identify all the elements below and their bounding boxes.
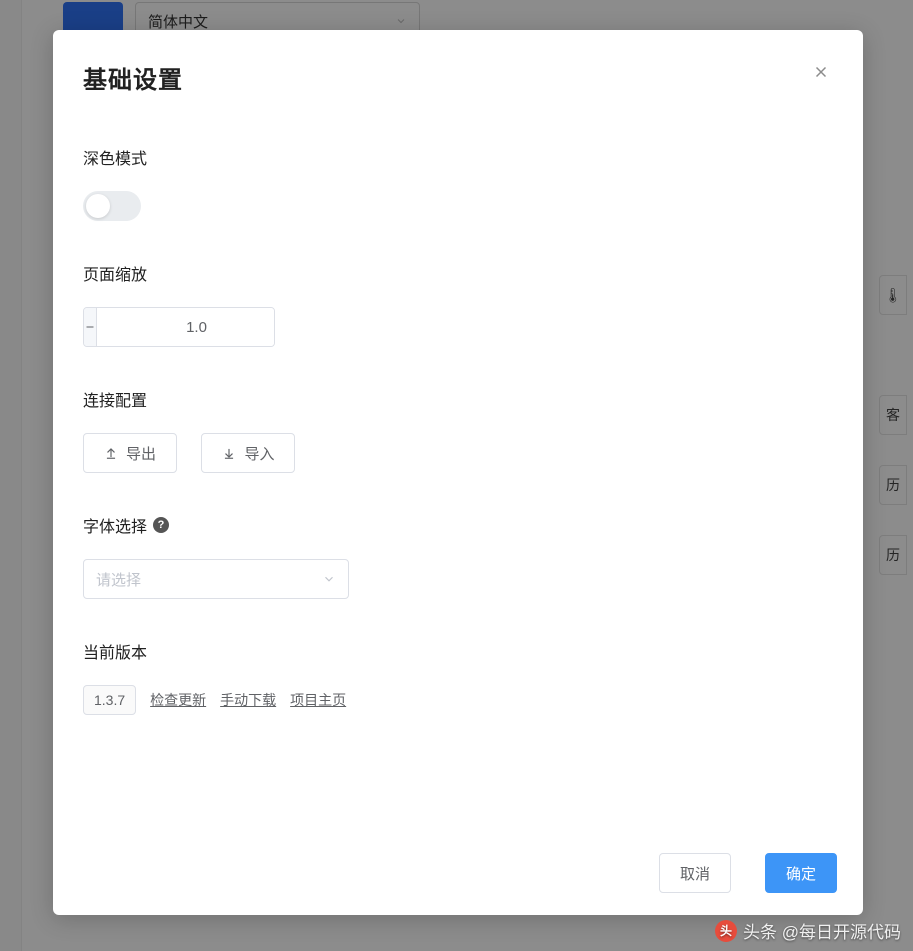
manual-download-link[interactable]: 手动下载 xyxy=(220,690,276,710)
dialog-header: 基础设置 xyxy=(53,30,863,95)
minus-icon xyxy=(84,321,96,333)
dark-mode-label: 深色模式 xyxy=(83,145,833,169)
font-select[interactable]: 请选择 xyxy=(83,559,349,599)
dark-mode-toggle[interactable] xyxy=(83,191,141,221)
check-update-link[interactable]: 检查更新 xyxy=(150,690,206,710)
close-icon xyxy=(812,63,830,81)
zoom-label: 页面缩放 xyxy=(83,261,833,285)
cancel-button[interactable]: 取消 xyxy=(659,853,731,893)
chevron-down-icon xyxy=(322,572,336,586)
export-button[interactable]: 导出 xyxy=(83,433,177,473)
zoom-stepper xyxy=(83,307,275,347)
font-label-row: 字体选择 ? xyxy=(83,513,833,537)
connection-label: 连接配置 xyxy=(83,387,833,411)
upload-icon xyxy=(104,446,118,460)
confirm-button[interactable]: 确定 xyxy=(765,853,837,893)
download-icon xyxy=(222,446,236,460)
section-connection: 连接配置 导出 导入 xyxy=(83,387,833,473)
project-home-link[interactable]: 项目主页 xyxy=(290,690,346,710)
section-dark-mode: 深色模式 xyxy=(83,145,833,221)
dialog-footer: 取消 确定 xyxy=(53,835,863,915)
import-button[interactable]: 导入 xyxy=(201,433,295,473)
font-label: 字体选择 xyxy=(83,513,147,537)
export-label: 导出 xyxy=(126,443,156,464)
version-row: 1.3.7 检查更新 手动下载 项目主页 xyxy=(83,685,833,715)
dialog-title: 基础设置 xyxy=(83,60,183,95)
version-badge: 1.3.7 xyxy=(83,685,136,715)
settings-dialog: 基础设置 深色模式 页面缩放 xyxy=(53,30,863,915)
help-icon[interactable]: ? xyxy=(153,517,169,533)
zoom-input[interactable] xyxy=(97,308,275,346)
font-placeholder: 请选择 xyxy=(96,569,141,590)
dialog-body: 深色模式 页面缩放 连接配置 xyxy=(53,95,863,835)
close-button[interactable] xyxy=(809,60,833,84)
section-font: 字体选择 ? 请选择 xyxy=(83,513,833,599)
connection-buttons: 导出 导入 xyxy=(83,433,833,473)
section-zoom: 页面缩放 xyxy=(83,261,833,347)
section-version: 当前版本 1.3.7 检查更新 手动下载 项目主页 xyxy=(83,639,833,715)
import-label: 导入 xyxy=(244,443,274,464)
switch-knob xyxy=(86,194,110,218)
version-label: 当前版本 xyxy=(83,639,833,663)
zoom-decrease-button[interactable] xyxy=(84,308,97,346)
